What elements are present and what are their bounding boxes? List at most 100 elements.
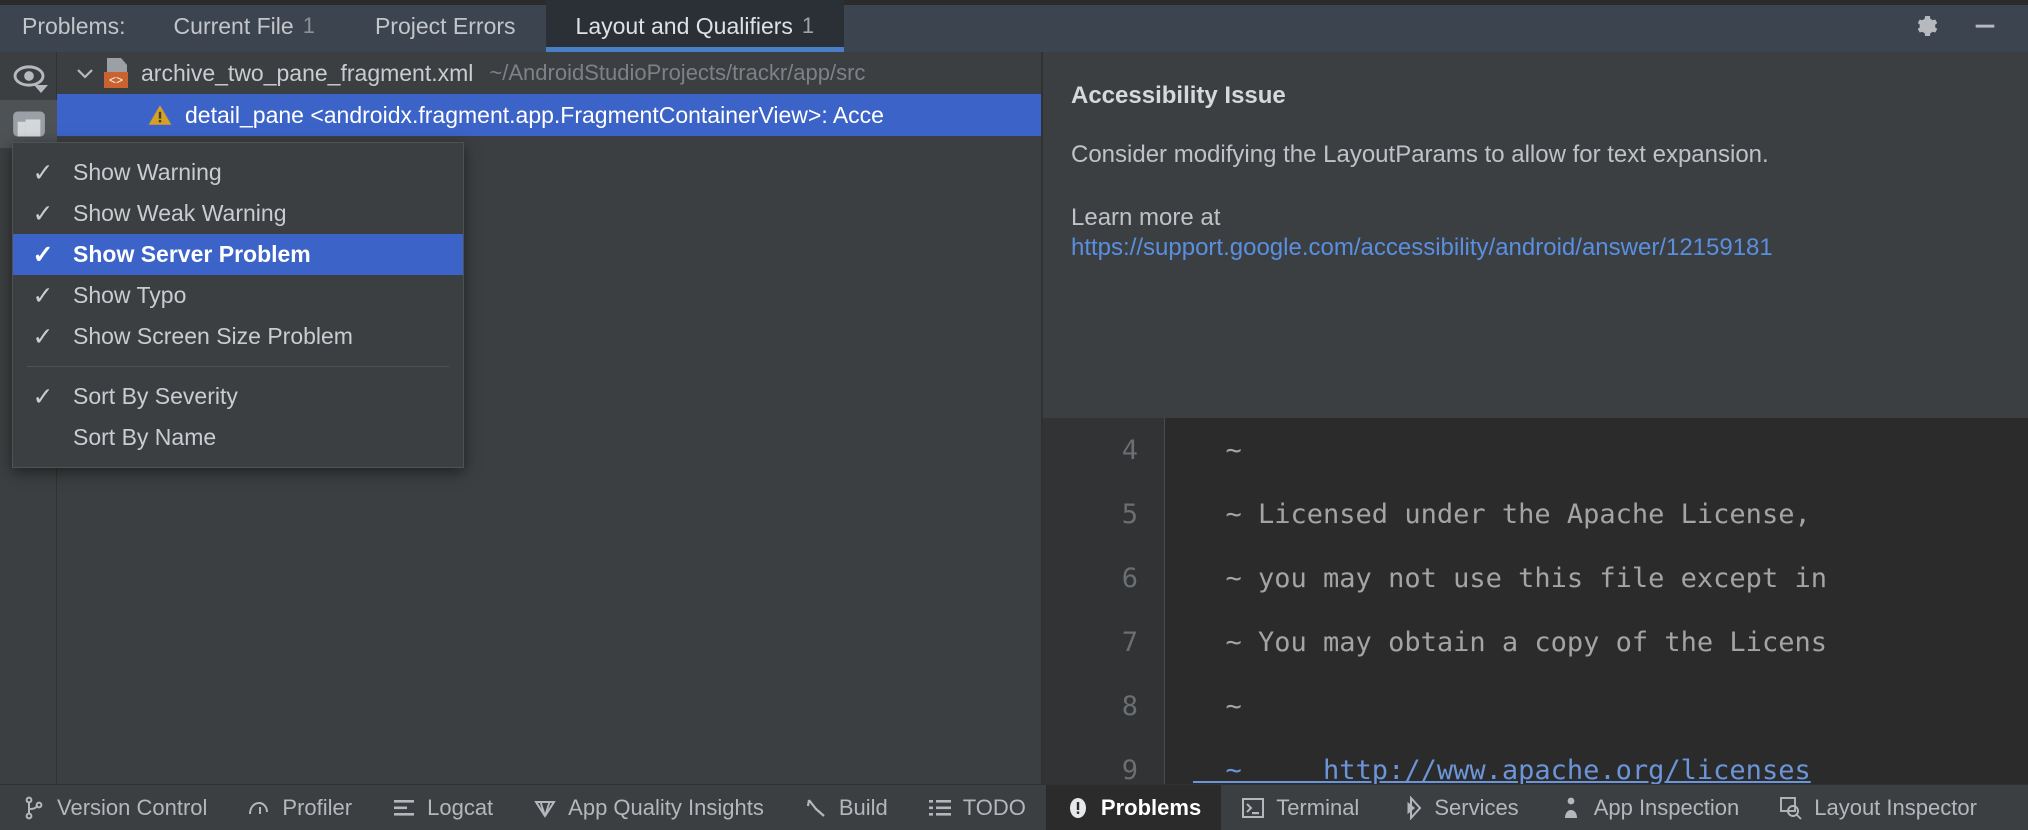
- menu-item-label: Sort By Name: [73, 424, 216, 451]
- tree-row-problem[interactable]: detail_pane <androidx.fragment.app.Fragm…: [57, 94, 1041, 136]
- menu-item-label: Show Typo: [73, 282, 186, 309]
- profiler-icon: [247, 796, 271, 820]
- code-line: ~: [1165, 418, 2028, 482]
- statusbar-label: Version Control: [57, 795, 207, 821]
- statusbar-item-problems[interactable]: Problems: [1046, 785, 1221, 830]
- statusbar-label: Build: [839, 795, 888, 821]
- statusbar-item-services[interactable]: Services: [1379, 785, 1538, 830]
- chevron-down-icon: [34, 85, 48, 93]
- tab-project-errors[interactable]: Project Errors: [345, 0, 546, 52]
- menu-item-show-typo[interactable]: ✓ Show Typo: [13, 275, 463, 316]
- tree-row-file[interactable]: <> archive_two_pane_fragment.xml ~/Andro…: [57, 52, 1041, 94]
- issue-detail-panel: Accessibility Issue Consider modifying t…: [1043, 52, 2028, 418]
- logcat-icon: [392, 796, 416, 820]
- code-line-url[interactable]: ~ http://www.apache.org/licenses: [1165, 755, 1811, 786]
- menu-separator: [27, 366, 449, 367]
- problems-tool-window: Problems: Current File 1 Project Errors …: [0, 0, 2028, 830]
- statusbar-label: Terminal: [1276, 795, 1359, 821]
- statusbar-item-todo[interactable]: TODO: [908, 785, 1046, 830]
- view-options-button[interactable]: [0, 52, 57, 100]
- problems-tabbar: Problems: Current File 1 Project Errors …: [0, 0, 2028, 52]
- code-line: ~ you may not use this file except in: [1165, 546, 2028, 610]
- statusbar-item-terminal[interactable]: Terminal: [1221, 785, 1379, 830]
- warning-triangle-icon: [147, 102, 173, 128]
- statusbar-item-version-control[interactable]: Version Control: [0, 785, 227, 830]
- statusbar-label: Services: [1434, 795, 1518, 821]
- gem-icon: [533, 796, 557, 820]
- menu-item-show-screen-size-problem[interactable]: ✓ Show Screen Size Problem: [13, 316, 463, 357]
- minimize-icon[interactable]: [1968, 9, 2002, 43]
- line-number: 4: [1043, 418, 1164, 482]
- terminal-icon: [1241, 796, 1265, 820]
- statusbar-label: Problems: [1101, 795, 1201, 821]
- layout-inspect-icon: [1779, 796, 1803, 820]
- statusbar-label: App Inspection: [1594, 795, 1740, 821]
- tree-file-name: archive_two_pane_fragment.xml: [141, 60, 473, 87]
- tab-layout-and-qualifiers[interactable]: Layout and Qualifiers 1: [546, 0, 845, 52]
- tabbar-actions: [1908, 0, 2028, 52]
- code-preview[interactable]: 4 5 6 7 8 9 ~ ~ Licensed under the Apach…: [1043, 418, 2028, 800]
- code-line-text: ~ You may obtain a copy of the Licens: [1165, 627, 1827, 658]
- menu-item-label: Show Weak Warning: [73, 200, 286, 227]
- branch-icon: [22, 796, 46, 820]
- code-line-text: ~ Licensed under the Apache License,: [1165, 499, 1811, 530]
- code-line: ~ You may obtain a copy of the Licens: [1165, 610, 2028, 674]
- check-icon: ✓: [13, 322, 73, 352]
- menu-item-sort-by-severity[interactable]: ✓ Sort By Severity: [13, 376, 463, 417]
- statusbar-label: TODO: [963, 795, 1026, 821]
- group-by-severity-button[interactable]: [0, 100, 57, 148]
- learn-more-label: Learn more at: [1071, 204, 2000, 232]
- xml-file-icon: <>: [104, 58, 130, 88]
- menu-item-show-weak-warning[interactable]: ✓ Show Weak Warning: [13, 193, 463, 234]
- statusbar-item-profiler[interactable]: Profiler: [227, 785, 372, 830]
- menu-item-show-warning[interactable]: ✓ Show Warning: [13, 152, 463, 193]
- check-icon: ✓: [13, 199, 73, 229]
- menu-item-label: Show Warning: [73, 159, 222, 186]
- menu-item-sort-by-name[interactable]: Sort By Name: [13, 417, 463, 458]
- tab-layout-and-qualifiers-count: 1: [802, 13, 814, 39]
- code-line: ~ Licensed under the Apache License,: [1165, 482, 2028, 546]
- check-icon: ✓: [13, 281, 73, 311]
- code-line-text: ~: [1165, 435, 1242, 466]
- tab-current-file[interactable]: Current File 1: [144, 0, 345, 52]
- tree-problem-text: detail_pane <androidx.fragment.app.Fragm…: [185, 102, 884, 129]
- statusbar-item-logcat[interactable]: Logcat: [372, 785, 513, 830]
- issue-title: Accessibility Issue: [1071, 82, 2000, 110]
- code-lines: ~ ~ Licensed under the Apache License, ~…: [1165, 418, 2028, 800]
- code-line-text: ~ you may not use this file except in: [1165, 563, 1827, 594]
- statusbar-item-app-quality-insights[interactable]: App Quality Insights: [513, 785, 784, 830]
- gear-icon[interactable]: [1908, 9, 1942, 43]
- statusbar-label: Logcat: [427, 795, 493, 821]
- statusbar-item-app-inspection[interactable]: App Inspection: [1539, 785, 1760, 830]
- hammer-icon: [804, 796, 828, 820]
- statusbar-label: Layout Inspector: [1814, 795, 1977, 821]
- documentation-link[interactable]: https://support.google.com/accessibility…: [1071, 234, 1773, 261]
- tabbar-top-edge: [0, 0, 2028, 5]
- check-icon: ✓: [13, 158, 73, 188]
- check-icon: ✓: [13, 240, 73, 270]
- code-line: ~: [1165, 674, 2028, 738]
- statusbar-label: App Quality Insights: [568, 795, 764, 821]
- menu-item-show-server-problem[interactable]: ✓ Show Server Problem: [13, 234, 463, 275]
- problems-title-label: Problems:: [22, 13, 126, 40]
- list-icon: [928, 796, 952, 820]
- line-number: 7: [1043, 610, 1164, 674]
- bottom-tool-window-bar: Version Control Profiler Logcat: [0, 784, 2028, 830]
- person-icon: [1559, 796, 1583, 820]
- tree-file-path: ~/AndroidStudioProjects/trackr/app/src: [489, 60, 865, 86]
- view-options-menu[interactable]: ✓ Show Warning ✓ Show Weak Warning ✓ Sho…: [12, 142, 464, 468]
- play-hex-icon: [1399, 796, 1423, 820]
- tab-current-file-label: Current File: [174, 13, 294, 40]
- tab-project-errors-label: Project Errors: [375, 13, 516, 40]
- line-number: 8: [1043, 674, 1164, 738]
- exclamation-circle-icon: [1066, 796, 1090, 820]
- menu-item-label: Show Screen Size Problem: [73, 323, 353, 350]
- line-number: 6: [1043, 546, 1164, 610]
- check-icon: ✓: [13, 382, 73, 412]
- statusbar-item-build[interactable]: Build: [784, 785, 908, 830]
- line-number-gutter: 4 5 6 7 8 9: [1043, 418, 1165, 800]
- menu-item-label: Sort By Severity: [73, 383, 238, 410]
- code-line-text: ~: [1165, 691, 1242, 722]
- chevron-down-icon[interactable]: [72, 60, 98, 86]
- statusbar-item-layout-inspector[interactable]: Layout Inspector: [1759, 785, 1997, 830]
